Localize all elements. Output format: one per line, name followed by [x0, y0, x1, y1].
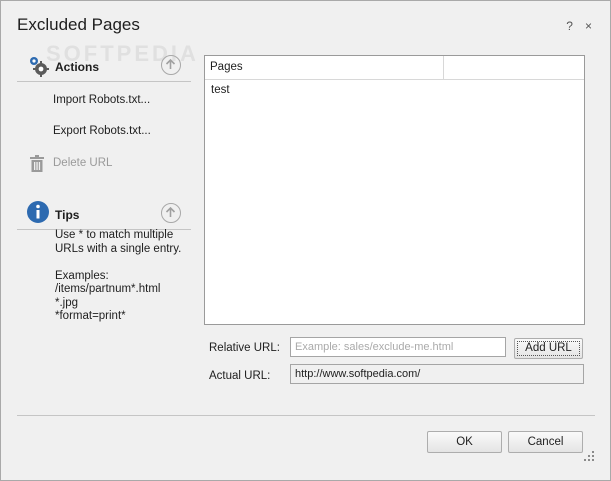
help-button[interactable]: ?	[566, 19, 573, 33]
relative-url-input[interactable]: Example: sales/exclude-me.html	[290, 337, 506, 357]
tips-header[interactable]: Tips	[17, 199, 191, 230]
actions-header[interactable]: Actions	[17, 51, 191, 82]
gears-icon	[27, 55, 49, 80]
delete-url-action[interactable]: Delete URL	[53, 157, 112, 169]
add-url-button[interactable]: Add URL	[514, 338, 583, 359]
excluded-pages-dialog: Excluded Pages SOFTPEDIA ? × Actions Imp…	[0, 0, 611, 481]
actual-url-label: Actual URL:	[209, 370, 271, 382]
relative-url-label: Relative URL:	[209, 342, 280, 354]
pages-list[interactable]: Pages test	[204, 55, 585, 325]
close-button[interactable]: ×	[585, 19, 592, 33]
actual-url-field[interactable]: http://www.softpedia.com/	[290, 364, 584, 384]
tips-header-label: Tips	[55, 208, 80, 222]
collapse-up-icon[interactable]	[161, 55, 181, 75]
actions-header-label: Actions	[55, 60, 100, 74]
title-buttons: ? ×	[566, 19, 592, 33]
relative-url-placeholder: Example: sales/exclude-me.html	[295, 341, 454, 353]
footer-divider	[17, 415, 595, 416]
import-robots-action[interactable]: Import Robots.txt...	[53, 94, 150, 106]
list-header: Pages	[205, 56, 584, 80]
dialog-title: Excluded Pages	[17, 15, 140, 34]
sidebar: Actions Import Robots.txt... Export Robo…	[17, 51, 191, 322]
trash-icon	[29, 155, 45, 176]
collapse-up-icon[interactable]	[161, 203, 181, 223]
pages-column-header[interactable]: Pages	[210, 61, 243, 73]
export-robots-action[interactable]: Export Robots.txt...	[53, 125, 151, 137]
column-separator	[443, 56, 444, 79]
cancel-button[interactable]: Cancel	[508, 431, 583, 453]
list-item[interactable]: test	[211, 84, 230, 96]
ok-button[interactable]: OK	[427, 431, 502, 453]
resize-grip-icon[interactable]	[584, 450, 594, 464]
info-icon	[27, 201, 49, 226]
tips-text: Use * to match multiple URLs with a sing…	[55, 229, 182, 322]
